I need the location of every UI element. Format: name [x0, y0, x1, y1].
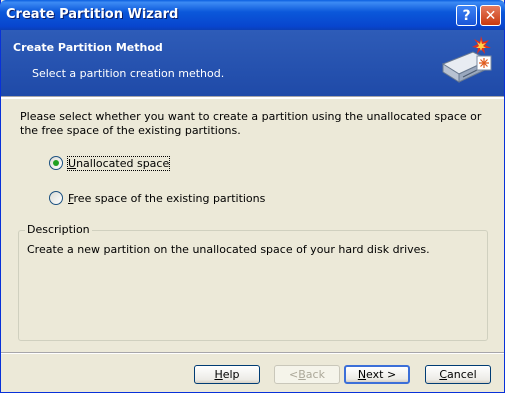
- window-title: Create Partition Wizard: [6, 7, 179, 22]
- next-button[interactable]: Next >: [344, 365, 410, 384]
- description-text: Create a new partition on the unallocate…: [27, 243, 430, 256]
- option-free-space-label[interactable]: Free space of the existing partitions: [68, 192, 265, 205]
- wizard-disk-icon: [441, 36, 492, 83]
- title-bar[interactable]: Create Partition Wizard ? ✕: [0, 0, 505, 30]
- wizard-window: Create Partition Wizard ? ✕ Create Parti…: [0, 0, 505, 393]
- description-legend: Description: [25, 223, 92, 236]
- option-free-space[interactable]: Free space of the existing partitions: [49, 191, 265, 205]
- radio-unallocated[interactable]: [49, 156, 63, 170]
- help-title-button[interactable]: ?: [456, 5, 477, 26]
- footer-divider: [1, 352, 504, 354]
- cancel-button[interactable]: Cancel: [425, 365, 491, 384]
- option-unallocated-label[interactable]: Unallocated space: [66, 155, 171, 171]
- option-unallocated[interactable]: Unallocated space: [49, 155, 171, 171]
- back-button[interactable]: < Back: [274, 365, 340, 384]
- instructions-text: Please select whether you want to create…: [20, 110, 482, 137]
- wizard-header: Create Partition Method Select a partiti…: [1, 30, 504, 96]
- description-group: Description Create a new partition on th…: [18, 223, 488, 341]
- header-divider: [1, 96, 504, 99]
- header-title: Create Partition Method: [13, 41, 163, 54]
- help-button[interactable]: Help: [194, 365, 260, 384]
- header-subtitle: Select a partition creation method.: [32, 67, 225, 80]
- close-button[interactable]: ✕: [480, 5, 501, 26]
- radio-free-space[interactable]: [49, 191, 63, 205]
